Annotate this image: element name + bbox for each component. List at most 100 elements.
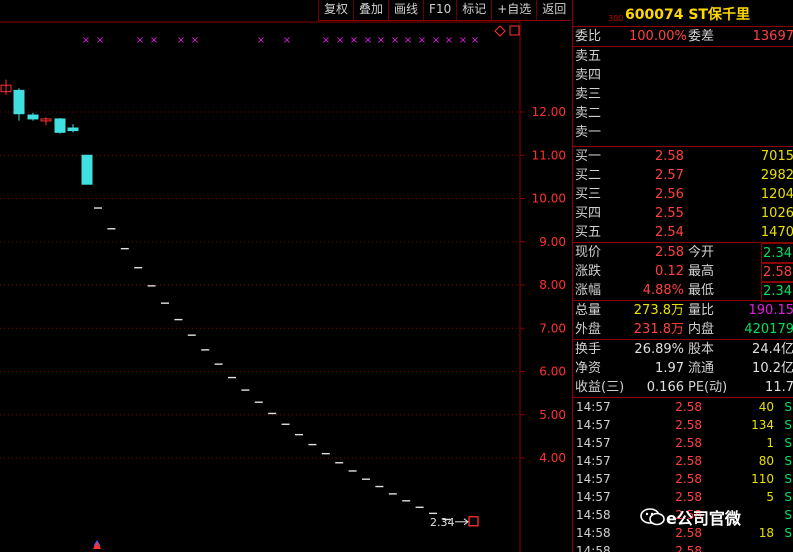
field-label: 换手 (575, 342, 602, 357)
axis-label: 12.00 (532, 105, 566, 119)
field-value: 1.97 (655, 361, 684, 376)
sell-row: 卖三 (573, 85, 793, 104)
tick-row[interactable]: 14:57 2.58 110 S (573, 470, 793, 488)
candle-body (81, 154, 93, 185)
field-label: 涨幅 (575, 283, 602, 298)
buy-row[interactable]: 买五 2.54 1470 (573, 223, 793, 242)
field-label: 收益(三) (575, 380, 625, 395)
tick-price: 2.58 (675, 490, 702, 504)
field-value: 11.7 (765, 380, 793, 395)
tick-row[interactable]: 14:57 2.58 40 S (573, 398, 793, 416)
tick-volume: 134 (751, 418, 774, 432)
tick-time: 14:57 (576, 454, 611, 468)
tick-side: S (784, 472, 792, 486)
last-candle-box (468, 516, 479, 527)
fund-sec-row: 收益(三) 0.166 PE(动) 11.7 (573, 378, 793, 397)
quote-sec-row: 现价 2.58 今开 2.34 (573, 243, 793, 264)
toolbar-button-6[interactable]: 返回 (536, 0, 571, 20)
order-ratio-value: 100.00% (629, 29, 687, 44)
field-label: 净资 (575, 361, 602, 376)
buy-row[interactable]: 买一 2.58 7015 (573, 147, 793, 166)
mark-glyph: × (391, 35, 399, 46)
sell-label: 卖五 (575, 49, 602, 64)
volume-info: 总量 273.8万 量比 190.15 外盘 231.8万 内盘 420179 (573, 301, 793, 340)
toolbar-button-4[interactable]: 标记 (456, 0, 491, 20)
field-value: 0.166 (646, 380, 684, 395)
toolbar-button-0[interactable]: 复权 (318, 0, 353, 20)
tick-time: 14:57 (576, 436, 611, 450)
tick-volume: 80 (758, 454, 774, 468)
field-label: 涨跌 (575, 264, 602, 279)
field-value: 10.2亿 (752, 361, 793, 376)
watermark: e公司官微 (640, 505, 741, 529)
field-label: 总量 (575, 303, 602, 318)
mark-glyph: × (445, 35, 453, 46)
field-value: 190.15 (748, 303, 793, 318)
tick-row[interactable]: 14:57 2.58 1 S (573, 434, 793, 452)
sell-orders: 卖五卖四卖三 卖二 卖一 (573, 47, 793, 147)
field-label: 最低 (688, 283, 715, 298)
field-value: 0.12 (655, 264, 684, 279)
mark-glyph: × (136, 35, 144, 46)
tick-volume: 1 (766, 436, 774, 450)
tick-row[interactable]: 14:57 2.58 80 S (573, 452, 793, 470)
field-label: 内盘 (688, 322, 715, 337)
sell-row: 卖一 (573, 123, 793, 142)
field-value: 4.88% (642, 283, 684, 298)
candle-body (54, 118, 66, 133)
kline-chart[interactable]: 12.00 11.00 10.00 9.00 8.00 7.00 6.00 5.00 4.00 ×… (0, 0, 572, 552)
buy-volume: 1204 (760, 187, 793, 202)
field-label: 今开 (688, 245, 715, 260)
buy-row[interactable]: 买四 2.55 1026 (573, 204, 793, 223)
candle-body (27, 114, 39, 120)
buy-label: 买二 (575, 168, 602, 183)
order-ratio-label: 委比 (575, 29, 602, 44)
axis-label: 8.00 (539, 278, 566, 292)
tick-price: 2.58 (675, 544, 702, 552)
tick-side: S (784, 508, 792, 522)
square-icon (509, 25, 520, 36)
buy-volume: 2982 (760, 168, 793, 183)
field-value: 273.8万 (633, 303, 684, 318)
fund-sec-row: 换手 26.89% 股本 24.4亿 (573, 340, 793, 359)
buy-price: 2.58 (655, 149, 684, 164)
toolbar-button-3[interactable]: F10 (423, 0, 456, 20)
mark-glyph: × (96, 35, 104, 46)
axis-label: 9.00 (539, 235, 566, 249)
field-value: 2.34 (761, 243, 793, 264)
toolbar-button-5[interactable]: +自选 (491, 0, 536, 20)
tick-price: 2.58 (675, 436, 702, 450)
toolbar-button-1[interactable]: 叠加 (353, 0, 388, 20)
last-price-label: 2.34 (430, 516, 455, 529)
vol-sec-row: 总量 273.8万 量比 190.15 (573, 301, 793, 320)
stock-code-name[interactable]: 600074 ST保千里 (625, 4, 750, 24)
tick-price: 2.58 (675, 454, 702, 468)
buy-row[interactable]: 买二 2.57 2982 (573, 166, 793, 185)
field-label: 外盘 (575, 322, 602, 337)
order-diff-value: 13697 (752, 29, 793, 44)
field-value: 2.34 (761, 281, 793, 302)
tick-row[interactable]: 14:58 2.58 (573, 542, 793, 552)
field-label: 量比 (688, 303, 715, 318)
sell-label: 卖四 (575, 68, 602, 83)
tick-time: 14:57 (576, 472, 611, 486)
tick-time: 14:58 (576, 544, 611, 552)
buy-price: 2.54 (655, 225, 684, 240)
field-value: 26.89% (634, 342, 684, 357)
mark-glyph: × (377, 35, 385, 46)
stock-header: 300 600074 ST保千里 (573, 0, 793, 27)
field-value: 24.4亿 (752, 342, 793, 357)
tick-side: S (784, 490, 792, 504)
tick-row[interactable]: 14:57 2.58 134 S (573, 416, 793, 434)
mark-glyph: × (191, 35, 199, 46)
sell-row: 卖二 (573, 104, 793, 123)
stock-superscript: 300 (608, 14, 624, 23)
buy-row[interactable]: 买三 2.56 1204 (573, 185, 793, 204)
tick-row[interactable]: 14:57 2.58 5 S (573, 488, 793, 506)
buy-label: 买一 (575, 149, 602, 164)
toolbar-button-2[interactable]: 画线 (388, 0, 423, 20)
field-value: 231.8万 (633, 322, 684, 337)
field-value: 2.58 (655, 245, 684, 260)
quote-panel: 300 600074 ST保千里 委比 100.00% 委差 13697 卖五卖… (572, 0, 793, 552)
vol-sec-row: 外盘 231.8万 内盘 420179 (573, 320, 793, 339)
